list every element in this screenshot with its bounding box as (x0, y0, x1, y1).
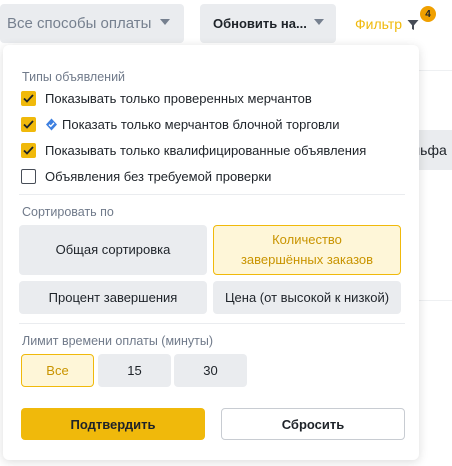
sort-option-label: Цена (от высокой к низкой) (224, 289, 390, 305)
sort-completed-orders-button[interactable]: Количество завершённых заказов (213, 225, 401, 275)
payment-methods-label: Все способы оплаты (7, 15, 152, 32)
checkbox-checked[interactable] (21, 91, 36, 106)
section-divider (19, 323, 405, 324)
refresh-dropdown[interactable]: Обновить на... (200, 4, 336, 43)
sort-price-desc-button[interactable]: Цена (от высокой к низкой) (213, 281, 401, 314)
checkbox-unchecked[interactable] (21, 169, 36, 184)
sort-general-button[interactable]: Общая сортировка (19, 225, 207, 275)
sort-completion-rate-button[interactable]: Процент завершения (19, 281, 207, 314)
time-option-label: 30 (203, 363, 218, 378)
reset-button[interactable]: Сбросить (221, 408, 405, 440)
checkmark-icon (23, 146, 34, 155)
verified-shield-icon (45, 118, 58, 131)
time-limit-title: Лимит времени оплаты (минуты) (22, 334, 214, 348)
time-option-all[interactable]: Все (21, 354, 94, 387)
checkmark-icon (23, 94, 34, 103)
chevron-down-icon (160, 19, 170, 25)
refresh-label: Обновить на... (213, 16, 307, 31)
time-option-label: Все (46, 363, 69, 378)
checkbox-no-verification[interactable]: Объявления без требуемой проверки (21, 169, 271, 184)
reset-label: Сбросить (281, 416, 345, 432)
sort-option-label: Процент завершения (48, 289, 178, 305)
checkbox-label: Показывать только проверенных мерчантов (45, 91, 312, 106)
confirm-label: Подтвердить (70, 416, 156, 432)
filter-label: Фильтр (355, 16, 403, 32)
payment-methods-dropdown[interactable]: Все способы оплаты (0, 4, 184, 43)
sort-option-label: Общая сортировка (55, 242, 171, 257)
confirm-button[interactable]: Подтвердить (21, 408, 205, 440)
sort-title: Сортировать по (22, 205, 114, 219)
checkbox-checked[interactable] (21, 143, 36, 158)
checkbox-label: Показывать только квалифицированные объя… (45, 143, 367, 158)
checkbox-checked[interactable] (21, 117, 36, 132)
filter-count-badge: 4 (420, 6, 436, 22)
checkbox-block-trade-merchants[interactable]: Показать только мерчантов блочной торгов… (21, 117, 340, 132)
time-option-label: 15 (127, 363, 142, 378)
checkmark-icon (23, 120, 34, 129)
checkbox-label: Объявления без требуемой проверки (45, 169, 272, 184)
ad-types-title: Типы объявлений (22, 70, 126, 84)
checkbox-verified-merchants[interactable]: Показывать только проверенных мерчантов (21, 91, 312, 106)
filter-button[interactable]: Фильтр (355, 12, 419, 36)
filter-panel: Типы объявлений Показывать только провер… (3, 45, 419, 460)
time-option-30[interactable]: 30 (174, 354, 247, 387)
sort-option-label: Количество завершённых заказов (240, 232, 374, 267)
chevron-down-icon (314, 19, 324, 25)
section-divider (19, 194, 405, 195)
funnel-icon (407, 20, 419, 30)
checkbox-label: Показать только мерчантов блочной торгов… (62, 117, 340, 132)
checkbox-qualified-ads[interactable]: Показывать только квалифицированные объя… (21, 143, 366, 158)
time-option-15[interactable]: 15 (98, 354, 171, 387)
